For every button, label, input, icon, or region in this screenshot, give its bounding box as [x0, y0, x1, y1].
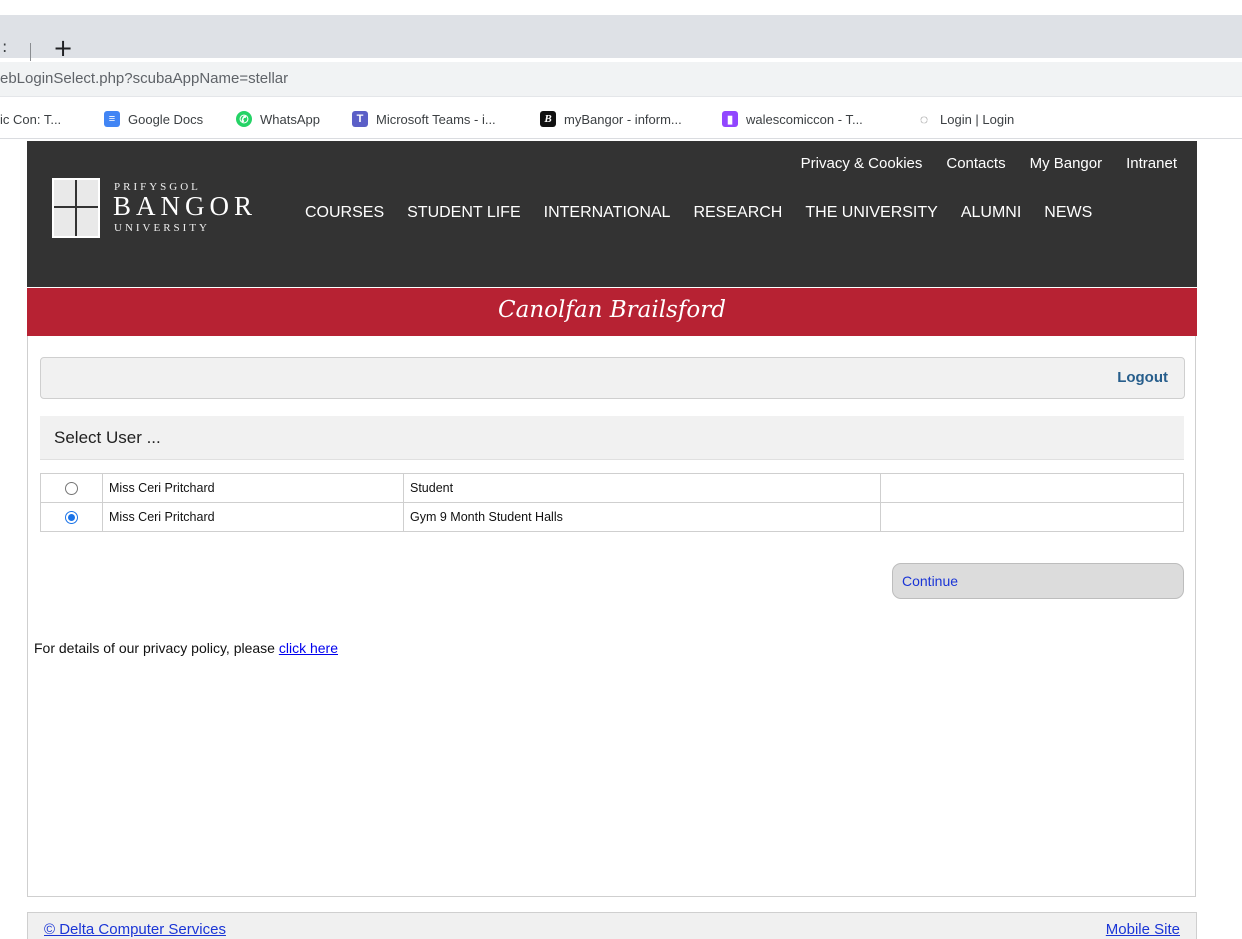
user-table: Miss Ceri Pritchard Student Miss Ceri Pr…	[40, 473, 1184, 532]
user-radio[interactable]	[65, 511, 78, 525]
bookmark-label: Google Docs	[128, 111, 204, 127]
tab-edge[interactable]: :	[2, 37, 7, 56]
bookmark-whatsapp[interactable]: ✆ WhatsApp	[236, 109, 320, 129]
twitch-icon: ▮	[722, 111, 738, 127]
teams-icon: T	[352, 111, 368, 127]
page-banner: Canolfan Brailsford	[27, 288, 1197, 336]
bookmark-label: WhatsApp	[260, 111, 320, 127]
main-navigation: COURSES STUDENT LIFE INTERNATIONAL RESEA…	[305, 204, 1092, 222]
privacy-text: For details of our privacy policy, pleas…	[34, 640, 279, 656]
user-name: Miss Ceri Pritchard	[102, 473, 404, 503]
footer: © Delta Computer Services Mobile Site	[27, 912, 1197, 939]
bookmark-walescomiccon[interactable]: ▮ walescomiccon - T...	[722, 109, 863, 129]
nav-the-university[interactable]: THE UNIVERSITY	[805, 204, 937, 222]
link-intranet[interactable]: Intranet	[1126, 155, 1177, 172]
user-radio[interactable]	[65, 482, 78, 496]
logo-bangor[interactable]: BANGOR	[113, 191, 257, 222]
address-bar-url[interactable]: ebLoginSelect.php?scubaAppName=stellar	[0, 70, 288, 87]
table-row[interactable]: Miss Ceri Pritchard Gym 9 Month Student …	[40, 502, 1184, 532]
new-tab-button[interactable]: +	[52, 35, 74, 61]
user-extra	[880, 473, 1184, 503]
whatsapp-icon: ✆	[236, 111, 252, 127]
bookmark-google-docs[interactable]: ≡ Google Docs	[104, 109, 203, 129]
nav-student-life[interactable]: STUDENT LIFE	[407, 204, 521, 222]
logout-link[interactable]: Logout	[1117, 369, 1168, 386]
footer-copyright-link[interactable]: © Delta Computer Services	[44, 921, 226, 938]
university-crest-icon[interactable]	[52, 178, 100, 238]
address-bar[interactable]: ebLoginSelect.php?scubaAppName=stellar	[0, 62, 1242, 97]
nav-international[interactable]: INTERNATIONAL	[544, 204, 671, 222]
table-row[interactable]: Miss Ceri Pritchard Student	[40, 473, 1184, 503]
user-extra	[880, 502, 1184, 532]
bookmark-label: Login | Login	[940, 111, 1015, 127]
browser-chrome: : + ebLoginSelect.php?scubaAppName=stell…	[0, 0, 1242, 140]
nav-alumni[interactable]: ALUMNI	[961, 204, 1021, 222]
login-icon: ◌	[919, 111, 929, 127]
nav-courses[interactable]: COURSES	[305, 204, 384, 222]
bookmark-label: Microsoft Teams - i...	[376, 111, 496, 127]
privacy-notice: For details of our privacy policy, pleas…	[34, 640, 338, 656]
bookmark-microsoft-teams[interactable]: T Microsoft Teams - i...	[352, 109, 496, 129]
bookmark-label: walescomiccon - T...	[746, 111, 863, 127]
user-type: Student	[403, 473, 881, 503]
google-docs-icon: ≡	[104, 111, 120, 127]
privacy-link[interactable]: click here	[279, 640, 338, 656]
link-my-bangor[interactable]: My Bangor	[1030, 155, 1103, 172]
user-type: Gym 9 Month Student Halls	[403, 502, 881, 532]
mybangor-icon: B	[540, 111, 556, 127]
bookmark-comic-con[interactable]: ic Con: T...	[0, 109, 61, 129]
logo-university: UNIVERSITY	[114, 222, 210, 234]
bookmark-login[interactable]: ◌ Login | Login	[916, 109, 1014, 129]
continue-button[interactable]: Continue	[892, 563, 1184, 599]
bookmark-label: myBangor - inform...	[564, 111, 682, 127]
nav-research[interactable]: RESEARCH	[693, 204, 782, 222]
footer-mobile-site-link[interactable]: Mobile Site	[1106, 921, 1180, 938]
page-title: Canolfan Brailsford	[498, 297, 726, 323]
select-user-heading-text: Select User ...	[54, 428, 161, 447]
tab-strip: : +	[0, 15, 1242, 61]
select-user-heading: Select User ...	[40, 416, 1184, 460]
user-name: Miss Ceri Pritchard	[102, 502, 404, 532]
bookmark-mybangor[interactable]: B myBangor - inform...	[540, 109, 682, 129]
nav-news[interactable]: NEWS	[1044, 204, 1092, 222]
bookmarks-bar: ic Con: T... ≡ Google Docs ✆ WhatsApp T …	[0, 100, 1242, 139]
site-header: PRIFYSGOL BANGOR UNIVERSITY Privacy & Co…	[27, 141, 1197, 287]
bookmark-label: ic Con: T...	[0, 111, 62, 127]
tab-separator	[30, 43, 31, 61]
link-privacy-cookies[interactable]: Privacy & Cookies	[801, 155, 923, 172]
continue-button-label: Continue	[902, 573, 959, 589]
logout-bar: Logout	[40, 357, 1185, 399]
link-contacts[interactable]: Contacts	[946, 155, 1005, 172]
top-links: Privacy & Cookies Contacts My Bangor Int…	[801, 155, 1177, 172]
